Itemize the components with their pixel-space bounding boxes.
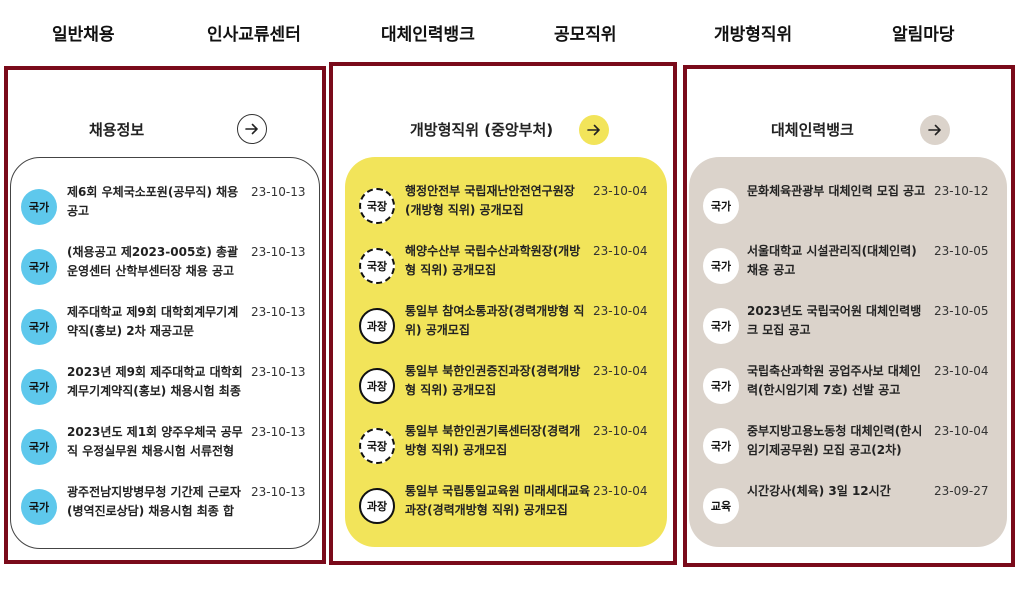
substitute-list-item[interactable]: 국가 국립축산과학원 공업주사보 대체인력(한시임기제 7호) 선발 공고 23-1… <box>689 362 1007 410</box>
item-date: 23-10-13 <box>251 305 306 319</box>
category-badge: 국가 <box>703 248 739 284</box>
item-date: 23-10-13 <box>251 185 306 199</box>
item-date: 23-10-12 <box>934 184 989 198</box>
substitute-list-item[interactable]: 국가 서울대학교 시설관리직(대체인력) 채용 공고 23-10-05 <box>689 242 1007 290</box>
item-date: 23-10-04 <box>593 184 648 198</box>
item-title-link[interactable]: 2023년 제9회 제주대학교 대학회계무기계약직(홍보) 채용시험 최종 <box>67 363 245 401</box>
item-date: 23-10-05 <box>934 304 989 318</box>
open-position-list-item[interactable]: 국장 행정안전부 국립재난안전연구원장(개방형 직위) 공개모집 23-10-04 <box>345 182 667 230</box>
substitute-list-item[interactable]: 국가 중부지방고용노동청 대체인력(한시임기제공무원) 모집 공고(2차) 23-1… <box>689 422 1007 470</box>
panel-title-open-positions: 개방형직위 (중앙부처) <box>410 121 554 139</box>
category-badge: 국장 <box>359 248 395 284</box>
nav-open-positions[interactable]: 개방형직위 <box>714 20 792 45</box>
item-date: 23-09-27 <box>934 484 989 498</box>
item-date: 23-10-04 <box>593 244 648 258</box>
top-navigation: 일반채용 인사교류센터 대체인력뱅크 공모직위 개방형직위 알림마당 <box>0 0 1019 64</box>
item-title-link[interactable]: 통일부 북한인권증진과장(경력개방형 직위) 공개모집 <box>405 362 591 400</box>
item-title-link[interactable]: 국립축산과학원 공업주사보 대체인력(한시임기제 7호) 선발 공고 <box>747 362 929 400</box>
item-title-link[interactable]: 제6회 우체국소포원(공무직) 채용 공고 <box>67 183 245 221</box>
recruitment-list-item[interactable]: 국가 제주대학교 제9회 대학회계무기계약직(홍보) 2차 재공고문 23-10-1… <box>11 303 319 351</box>
item-date: 23-10-13 <box>251 245 306 259</box>
recruitment-list-item[interactable]: 국가 광주전남지방병무청 기간제 근로자(병역진로상담) 채용시험 최종 합격 23… <box>11 483 319 531</box>
item-title-link[interactable]: 통일부 북한인권기록센터장(경력개방형 직위) 공개모집 <box>405 422 591 460</box>
item-title-link[interactable]: 시간강사(체육) 3일 12시간 <box>747 482 929 501</box>
category-badge: 국장 <box>359 428 395 464</box>
category-badge: 국가 <box>21 489 57 525</box>
item-date: 23-10-04 <box>934 424 989 438</box>
nav-substitute-bank[interactable]: 대체인력뱅크 <box>381 20 475 45</box>
category-badge: 국장 <box>359 188 395 224</box>
open-position-list-item[interactable]: 과장 통일부 국립통일교육원 미래세대교육과장(경력개방형 직위) 공개모집 23-… <box>345 482 667 530</box>
arrow-right-icon <box>245 123 258 135</box>
recruitment-list-item[interactable]: 국가 (채용공고 제2023-005호) 총괄운영센터 산학부센터장 채용 공고 2… <box>11 243 319 291</box>
item-date: 23-10-13 <box>251 425 306 439</box>
item-date: 23-10-04 <box>934 364 989 378</box>
nav-open-recruitment-positions[interactable]: 공모직위 <box>554 20 617 45</box>
recruitment-list-item[interactable]: 국가 2023년 제9회 제주대학교 대학회계무기계약직(홍보) 채용시험 최종 2… <box>11 363 319 411</box>
nav-general-recruitment[interactable]: 일반채용 <box>52 20 115 45</box>
arrow-right-icon <box>587 124 600 136</box>
item-title-link[interactable]: 광주전남지방병무청 기간제 근로자(병역진로상담) 채용시험 최종 합격 <box>67 483 245 521</box>
open-position-list-item[interactable]: 과장 통일부 참여소통과장(경력개방형 직위) 공개모집 23-10-04 <box>345 302 667 350</box>
substitute-list-item[interactable]: 국가 문화체육관광부 대체인력 모집 공고 23-10-12 <box>689 182 1007 230</box>
category-badge: 국가 <box>21 369 57 405</box>
open-positions-more-button[interactable] <box>579 115 609 145</box>
item-title-link[interactable]: 서울대학교 시설관리직(대체인력) 채용 공고 <box>747 242 929 280</box>
item-date: 23-10-04 <box>593 484 648 498</box>
recruitment-list-item[interactable]: 국가 2023년도 제1회 양주우체국 공무직 우정실무원 채용시험 서류전형 23… <box>11 423 319 471</box>
item-title-link[interactable]: 2023년도 국립국어원 대체인력뱅크 모집 공고 <box>747 302 929 340</box>
item-title-link[interactable]: 해양수산부 국립수산과학원장(개방형 직위) 공개모집 <box>405 242 591 280</box>
category-badge: 과장 <box>359 488 395 524</box>
item-title-link[interactable]: (채용공고 제2023-005호) 총괄운영센터 산학부센터장 채용 공고 <box>67 243 245 281</box>
nav-personnel-exchange-center[interactable]: 인사교류센터 <box>207 20 301 45</box>
open-position-list-item[interactable]: 국장 통일부 북한인권기록센터장(경력개방형 직위) 공개모집 23-10-04 <box>345 422 667 470</box>
substitute-list-item[interactable]: 국가 2023년도 국립국어원 대체인력뱅크 모집 공고 23-10-05 <box>689 302 1007 350</box>
category-badge: 국가 <box>703 428 739 464</box>
arrow-right-icon <box>928 124 941 136</box>
item-date: 23-10-04 <box>593 304 648 318</box>
recruitment-list-card: 국가 제6회 우체국소포원(공무직) 채용 공고 23-10-13 국가 (채용공고 제… <box>10 157 320 549</box>
nav-notice-board[interactable]: 알림마당 <box>892 20 955 45</box>
item-title-link[interactable]: 중부지방고용노동청 대체인력(한시임기제공무원) 모집 공고(2차) <box>747 422 929 460</box>
open-positions-list-card: 국장 행정안전부 국립재난안전연구원장(개방형 직위) 공개모집 23-10-04 국… <box>345 157 667 547</box>
category-badge: 국가 <box>703 188 739 224</box>
substitute-bank-more-button[interactable] <box>920 115 950 145</box>
item-title-link[interactable]: 통일부 국립통일교육원 미래세대교육과장(경력개방형 직위) 공개모집 <box>405 482 591 520</box>
category-badge: 국가 <box>21 189 57 225</box>
category-badge: 국가 <box>21 429 57 465</box>
item-date: 23-10-04 <box>593 424 648 438</box>
item-title-link[interactable]: 제주대학교 제9회 대학회계무기계약직(홍보) 2차 재공고문 <box>67 303 245 341</box>
category-badge: 국가 <box>21 249 57 285</box>
recruitment-more-button[interactable] <box>237 114 267 144</box>
item-date: 23-10-04 <box>593 364 648 378</box>
category-badge: 국가 <box>21 309 57 345</box>
recruitment-list-item[interactable]: 국가 제6회 우체국소포원(공무직) 채용 공고 23-10-13 <box>11 183 319 231</box>
substitute-bank-list-card: 국가 문화체육관광부 대체인력 모집 공고 23-10-12 국가 서울대학교 시설관리… <box>689 157 1007 547</box>
item-title-link[interactable]: 행정안전부 국립재난안전연구원장(개방형 직위) 공개모집 <box>405 182 591 220</box>
item-date: 23-10-13 <box>251 485 306 499</box>
item-date: 23-10-05 <box>934 244 989 258</box>
category-badge: 국가 <box>703 308 739 344</box>
panel-title-substitute-bank: 대체인력뱅크 <box>771 121 854 139</box>
substitute-list-item[interactable]: 교육 시간강사(체육) 3일 12시간 23-09-27 <box>689 482 1007 530</box>
item-title-link[interactable]: 문화체육관광부 대체인력 모집 공고 <box>747 182 929 201</box>
open-position-list-item[interactable]: 과장 통일부 북한인권증진과장(경력개방형 직위) 공개모집 23-10-04 <box>345 362 667 410</box>
category-badge: 교육 <box>703 488 739 524</box>
category-badge: 국가 <box>703 368 739 404</box>
item-date: 23-10-13 <box>251 365 306 379</box>
category-badge: 과장 <box>359 308 395 344</box>
item-title-link[interactable]: 2023년도 제1회 양주우체국 공무직 우정실무원 채용시험 서류전형 <box>67 423 245 461</box>
open-position-list-item[interactable]: 국장 해양수산부 국립수산과학원장(개방형 직위) 공개모집 23-10-04 <box>345 242 667 290</box>
panel-title-recruitment-info: 채용정보 <box>89 121 145 139</box>
item-title-link[interactable]: 통일부 참여소통과장(경력개방형 직위) 공개모집 <box>405 302 591 340</box>
category-badge: 과장 <box>359 368 395 404</box>
